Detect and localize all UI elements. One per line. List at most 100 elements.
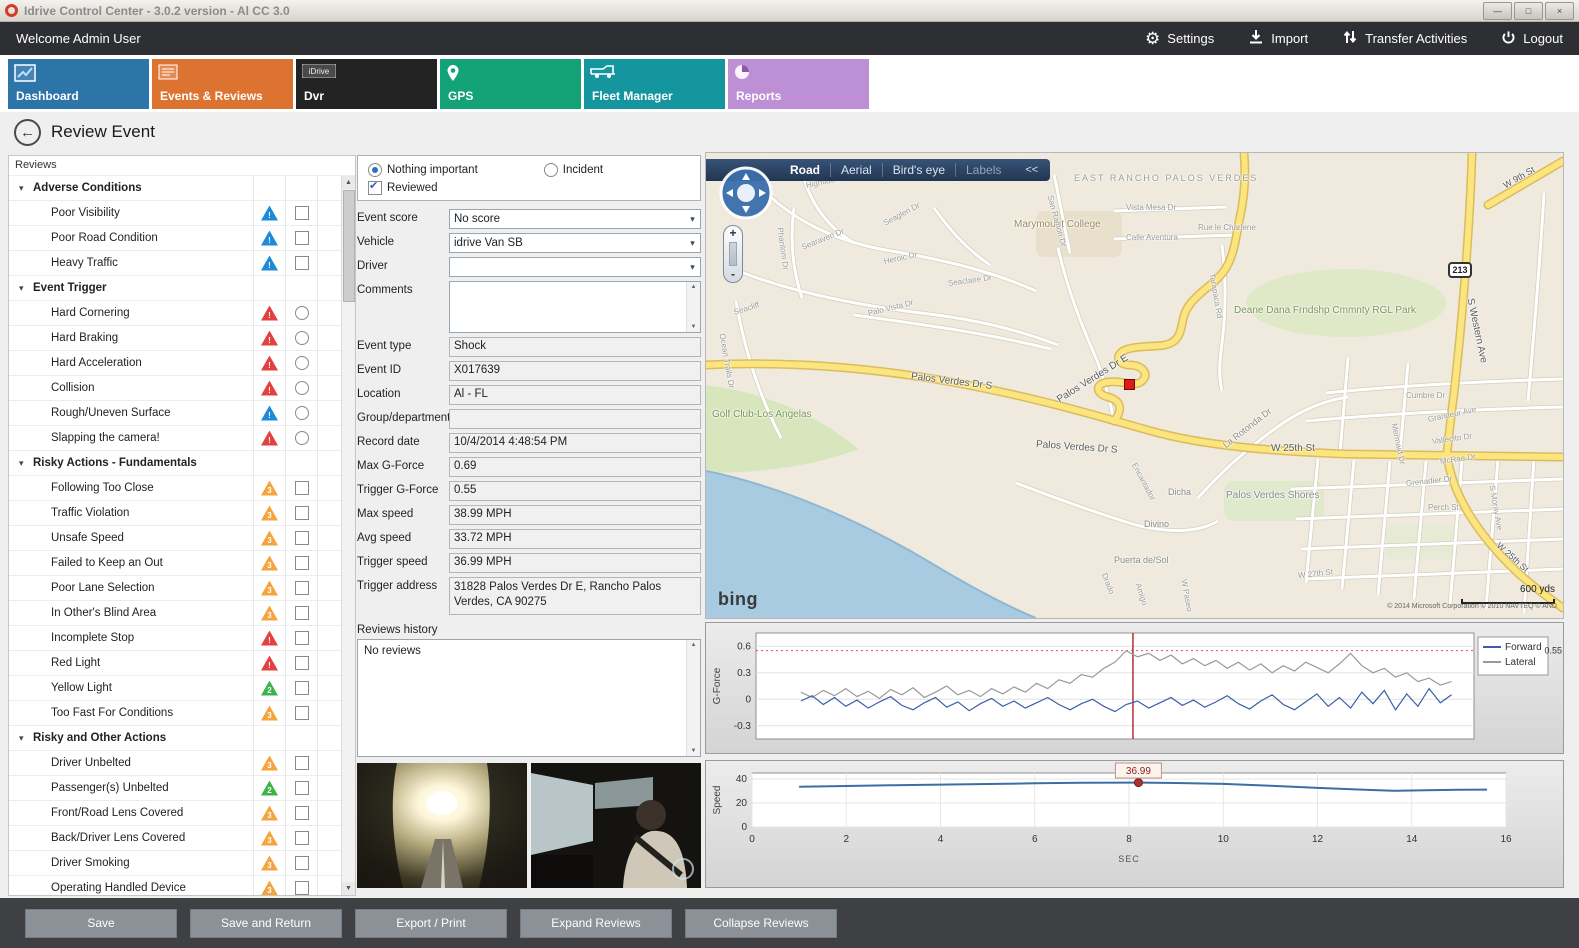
minimize-button[interactable]: — [1483,2,1512,20]
back-button[interactable]: ← [14,119,41,146]
hard-braking-radio[interactable] [295,331,309,345]
hard-cornering-radio[interactable] [295,306,309,320]
tab-fleet-manager[interactable]: Fleet Manager [584,59,725,109]
review-group-row[interactable]: ▾Risky and Other Actions [9,726,341,751]
review-item-row[interactable]: Driver Unbelted3 [9,751,341,776]
save-button[interactable]: Save [25,909,177,938]
slapping-the-camera-radio[interactable] [295,431,309,445]
review-group-row[interactable]: ▾Event Trigger [9,276,341,301]
nothing-important-radio[interactable] [368,163,382,177]
review-item-row[interactable]: Back/Driver Lens Covered3 [9,826,341,851]
collapse-reviews-button[interactable]: Collapse Reviews [685,909,837,938]
review-item-row[interactable]: Poor Road Condition! [9,226,341,251]
scroll-down-icon[interactable]: ▼ [342,882,355,895]
driver-unbelted-checkbox[interactable] [295,756,309,770]
review-item-row[interactable]: Yellow Light2 [9,676,341,701]
tab-reports[interactable]: Reports [728,59,869,109]
unsafe-speed-checkbox[interactable] [295,531,309,545]
map-compass-control[interactable] [718,165,774,226]
comments-textarea[interactable]: ▲▼ [449,281,701,333]
map-bar-collapse-control[interactable]: << [1025,164,1038,176]
expand-collapse-icon[interactable]: ▾ [19,458,31,469]
review-item-row[interactable]: Operating Handled Device3 [9,876,341,895]
scroll-down-icon[interactable]: ▼ [687,324,700,330]
scrollbar[interactable]: ▲▼ [686,282,700,332]
review-item-row[interactable]: Collision! [9,376,341,401]
review-item-row[interactable]: Passenger(s) Unbelted2 [9,776,341,801]
review-item-row[interactable]: Poor Visibility! [9,201,341,226]
following-too-close-checkbox[interactable] [295,481,309,495]
review-item-row[interactable]: Driver Smoking3 [9,851,341,876]
scrollbar-thumb[interactable] [343,190,355,302]
settings-button[interactable]: ⚙Settings [1145,30,1214,47]
operating-handled-device-checkbox[interactable] [295,881,309,895]
tab-gps[interactable]: GPS [440,59,581,109]
zoom-out-button[interactable]: - [731,267,735,282]
tab-dashboard[interactable]: Dashboard [8,59,149,109]
review-group-row[interactable]: ▾Adverse Conditions [9,176,341,201]
review-group-row[interactable]: ▾Risky Actions - Fundamentals [9,451,341,476]
review-item-row[interactable]: Heavy Traffic! [9,251,341,276]
event-location-marker[interactable] [1124,379,1135,390]
review-item-row[interactable]: Front/Road Lens Covered3 [9,801,341,826]
reviewed-checkbox[interactable] [368,181,382,195]
reviews-scrollbar[interactable]: ▲ ▼ [341,176,355,895]
tab-events-reviews[interactable]: Events & Reviews [152,59,293,109]
too-fast-for-conditions-checkbox[interactable] [295,706,309,720]
review-item-row[interactable]: Too Fast For Conditions3 [9,701,341,726]
cabin-camera-thumbnail[interactable] [531,763,701,888]
failed-to-keep-an-out-checkbox[interactable] [295,556,309,570]
reviews-history-scrollbar[interactable]: ▲ ▼ [686,640,700,756]
review-item-row[interactable]: Hard Braking! [9,326,341,351]
traffic-violation-checkbox[interactable] [295,506,309,520]
map-view-bird-s-eye[interactable]: Bird's eye [882,163,955,177]
map-view-aerial[interactable]: Aerial [830,163,882,177]
expand-collapse-icon[interactable]: ▾ [19,733,31,744]
map-view-road[interactable]: Road [780,163,830,177]
poor-lane-selection-checkbox[interactable] [295,581,309,595]
passenger-s-unbelted-checkbox[interactable] [295,781,309,795]
red-light-checkbox[interactable] [295,656,309,670]
scroll-up-icon[interactable]: ▲ [687,642,700,648]
expand-reviews-button[interactable]: Expand Reviews [520,909,672,938]
vehicle-select[interactable]: idrive Van SB▾ [449,233,701,253]
export-print-button[interactable]: Export / Print [355,909,507,938]
import-button[interactable]: Import [1248,29,1308,48]
incident-radio[interactable] [544,163,558,177]
review-item-row[interactable]: Failed to Keep an Out3 [9,551,341,576]
driver-smoking-checkbox[interactable] [295,856,309,870]
review-item-row[interactable]: Red Light! [9,651,341,676]
poor-road-condition-checkbox[interactable] [295,231,309,245]
review-item-row[interactable]: Incomplete Stop! [9,626,341,651]
review-item-row[interactable]: In Other's Blind Area3 [9,601,341,626]
review-item-row[interactable]: Slapping the camera!! [9,426,341,451]
map-view-labels[interactable]: Labels [955,163,1011,177]
expand-collapse-icon[interactable]: ▾ [19,283,31,294]
scroll-up-icon[interactable]: ▲ [342,176,355,189]
back-driver-lens-covered-checkbox[interactable] [295,831,309,845]
event-score-select[interactable]: No score▾ [449,209,701,229]
close-button[interactable]: × [1545,2,1574,20]
heavy-traffic-checkbox[interactable] [295,256,309,270]
expand-collapse-icon[interactable]: ▾ [19,183,31,194]
road-camera-thumbnail[interactable] [357,763,527,888]
review-item-row[interactable]: Following Too Close3 [9,476,341,501]
review-item-row[interactable]: Hard Acceleration! [9,351,341,376]
hard-acceleration-radio[interactable] [295,356,309,370]
driver-select[interactable]: ▾ [449,257,701,277]
transfer-activities-button[interactable]: Transfer Activities [1342,29,1467,48]
scroll-down-icon[interactable]: ▼ [687,748,700,754]
save-and-return-button[interactable]: Save and Return [190,909,342,938]
map[interactable]: EAST RANCHO PALOS VERDESMarymount Colleg… [705,152,1564,619]
scroll-up-icon[interactable]: ▲ [687,284,700,290]
rough-uneven-surface-radio[interactable] [295,406,309,420]
maximize-button[interactable]: □ [1514,2,1543,20]
review-item-row[interactable]: Traffic Violation3 [9,501,341,526]
logout-button[interactable]: Logout [1501,30,1563,48]
review-item-row[interactable]: Poor Lane Selection3 [9,576,341,601]
poor-visibility-checkbox[interactable] [295,206,309,220]
in-other-s-blind-area-checkbox[interactable] [295,606,309,620]
zoom-in-button[interactable]: + [729,226,736,241]
review-item-row[interactable]: Unsafe Speed3 [9,526,341,551]
yellow-light-checkbox[interactable] [295,681,309,695]
